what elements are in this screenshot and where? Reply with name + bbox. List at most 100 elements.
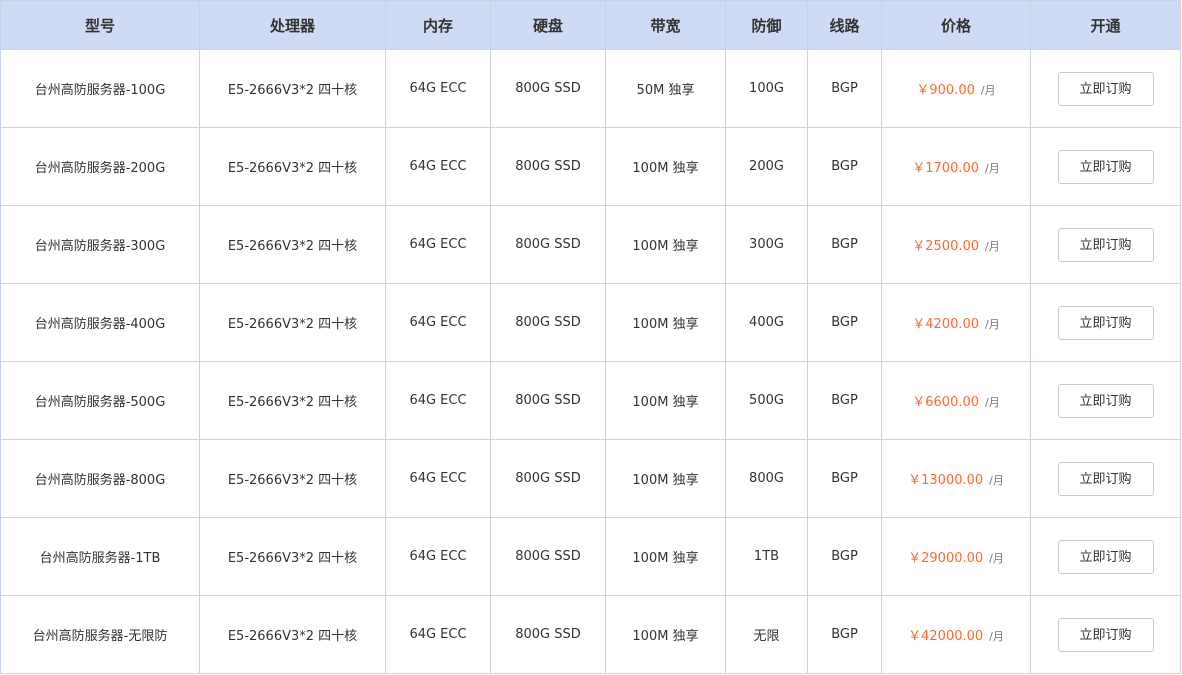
cell-memory: 64G ECC bbox=[385, 49, 491, 128]
cell-bandwidth: 100M 独享 bbox=[605, 517, 726, 596]
cell-line: BGP bbox=[807, 205, 882, 284]
cell-price: ￥900.00/月 bbox=[881, 49, 1031, 128]
header-memory: 内存 bbox=[385, 0, 491, 50]
cell-bandwidth: 100M 独享 bbox=[605, 361, 726, 440]
price-unit: /月 bbox=[989, 474, 1004, 487]
table-row: 台州高防服务器-500G E5-2666V3*2 四十核 64G ECC 800… bbox=[0, 361, 1181, 440]
cell-line: BGP bbox=[807, 361, 882, 440]
order-now-button[interactable]: 立即订购 bbox=[1057, 149, 1154, 184]
cell-cpu: E5-2666V3*2 四十核 bbox=[199, 517, 386, 596]
cell-line: BGP bbox=[807, 127, 882, 206]
price-unit: /月 bbox=[985, 396, 1000, 409]
order-now-button[interactable]: 立即订购 bbox=[1057, 383, 1154, 418]
cell-disk: 800G SSD bbox=[490, 517, 606, 596]
cell-model: 台州高防服务器-无限防 bbox=[0, 595, 200, 674]
header-line: 线路 bbox=[807, 0, 882, 50]
header-action: 开通 bbox=[1030, 0, 1181, 50]
header-price: 价格 bbox=[881, 0, 1031, 50]
cell-disk: 800G SSD bbox=[490, 127, 606, 206]
cell-memory: 64G ECC bbox=[385, 127, 491, 206]
price-unit: /月 bbox=[985, 162, 1000, 175]
table-row: 台州高防服务器-100G E5-2666V3*2 四十核 64G ECC 800… bbox=[0, 49, 1181, 128]
order-now-button[interactable]: 立即订购 bbox=[1057, 227, 1154, 262]
cell-bandwidth: 100M 独享 bbox=[605, 205, 726, 284]
order-now-button[interactable]: 立即订购 bbox=[1057, 617, 1154, 652]
price-value: ￥42000.00 bbox=[908, 629, 984, 644]
cell-disk: 800G SSD bbox=[490, 205, 606, 284]
table-row: 台州高防服务器-1TB E5-2666V3*2 四十核 64G ECC 800G… bbox=[0, 517, 1181, 596]
header-cpu: 处理器 bbox=[199, 0, 386, 50]
price-value: ￥6600.00 bbox=[912, 395, 980, 410]
cell-memory: 64G ECC bbox=[385, 361, 491, 440]
table-row: 台州高防服务器-200G E5-2666V3*2 四十核 64G ECC 800… bbox=[0, 127, 1181, 206]
table-row: 台州高防服务器-400G E5-2666V3*2 四十核 64G ECC 800… bbox=[0, 283, 1181, 362]
cell-disk: 800G SSD bbox=[490, 283, 606, 362]
header-defense: 防御 bbox=[725, 0, 808, 50]
cell-line: BGP bbox=[807, 49, 882, 128]
cell-model: 台州高防服务器-500G bbox=[0, 361, 200, 440]
price-value: ￥4200.00 bbox=[912, 317, 980, 332]
cell-defense: 无限 bbox=[725, 595, 808, 674]
cell-memory: 64G ECC bbox=[385, 595, 491, 674]
cell-cpu: E5-2666V3*2 四十核 bbox=[199, 283, 386, 362]
cell-disk: 800G SSD bbox=[490, 49, 606, 128]
cell-action: 立即订购 bbox=[1030, 49, 1181, 128]
table-body: 台州高防服务器-100G E5-2666V3*2 四十核 64G ECC 800… bbox=[0, 49, 1181, 674]
order-now-button[interactable]: 立即订购 bbox=[1057, 305, 1154, 340]
cell-model: 台州高防服务器-200G bbox=[0, 127, 200, 206]
cell-disk: 800G SSD bbox=[490, 595, 606, 674]
order-now-button[interactable]: 立即订购 bbox=[1057, 461, 1154, 496]
table-row: 台州高防服务器-300G E5-2666V3*2 四十核 64G ECC 800… bbox=[0, 205, 1181, 284]
cell-action: 立即订购 bbox=[1030, 361, 1181, 440]
cell-bandwidth: 50M 独享 bbox=[605, 49, 726, 128]
cell-defense: 400G bbox=[725, 283, 808, 362]
cell-bandwidth: 100M 独享 bbox=[605, 127, 726, 206]
cell-defense: 200G bbox=[725, 127, 808, 206]
cell-defense: 800G bbox=[725, 439, 808, 518]
cell-memory: 64G ECC bbox=[385, 205, 491, 284]
header-row: 型号 处理器 内存 硬盘 带宽 防御 线路 价格 开通 bbox=[0, 0, 1181, 50]
cell-price: ￥29000.00/月 bbox=[881, 517, 1031, 596]
cell-memory: 64G ECC bbox=[385, 517, 491, 596]
cell-bandwidth: 100M 独享 bbox=[605, 595, 726, 674]
cell-price: ￥2500.00/月 bbox=[881, 205, 1031, 284]
cell-action: 立即订购 bbox=[1030, 127, 1181, 206]
cell-memory: 64G ECC bbox=[385, 283, 491, 362]
cell-defense: 1TB bbox=[725, 517, 808, 596]
cell-price: ￥6600.00/月 bbox=[881, 361, 1031, 440]
cell-bandwidth: 100M 独享 bbox=[605, 283, 726, 362]
price-unit: /月 bbox=[985, 318, 1000, 331]
cell-cpu: E5-2666V3*2 四十核 bbox=[199, 361, 386, 440]
cell-disk: 800G SSD bbox=[490, 439, 606, 518]
cell-model: 台州高防服务器-1TB bbox=[0, 517, 200, 596]
header-disk: 硬盘 bbox=[490, 0, 606, 50]
cell-cpu: E5-2666V3*2 四十核 bbox=[199, 595, 386, 674]
order-now-button[interactable]: 立即订购 bbox=[1057, 71, 1154, 106]
table-row: 台州高防服务器-无限防 E5-2666V3*2 四十核 64G ECC 800G… bbox=[0, 595, 1181, 674]
cell-cpu: E5-2666V3*2 四十核 bbox=[199, 49, 386, 128]
price-value: ￥1700.00 bbox=[912, 161, 980, 176]
price-value: ￥13000.00 bbox=[908, 473, 984, 488]
price-unit: /月 bbox=[980, 84, 996, 97]
server-pricing-table: 型号 处理器 内存 硬盘 带宽 防御 线路 价格 开通 台州高防服务器-100G… bbox=[0, 0, 1181, 674]
cell-cpu: E5-2666V3*2 四十核 bbox=[199, 205, 386, 284]
cell-disk: 800G SSD bbox=[490, 361, 606, 440]
cell-model: 台州高防服务器-400G bbox=[0, 283, 200, 362]
cell-defense: 300G bbox=[725, 205, 808, 284]
header-bandwidth: 带宽 bbox=[605, 0, 726, 50]
cell-cpu: E5-2666V3*2 四十核 bbox=[199, 127, 386, 206]
cell-line: BGP bbox=[807, 595, 882, 674]
price-value: ￥29000.00 bbox=[908, 551, 984, 566]
cell-action: 立即订购 bbox=[1030, 283, 1181, 362]
cell-defense: 100G bbox=[725, 49, 808, 128]
cell-cpu: E5-2666V3*2 四十核 bbox=[199, 439, 386, 518]
cell-memory: 64G ECC bbox=[385, 439, 491, 518]
cell-action: 立即订购 bbox=[1030, 205, 1181, 284]
cell-price: ￥4200.00/月 bbox=[881, 283, 1031, 362]
cell-bandwidth: 100M 独享 bbox=[605, 439, 726, 518]
cell-line: BGP bbox=[807, 283, 882, 362]
cell-model: 台州高防服务器-800G bbox=[0, 439, 200, 518]
cell-action: 立即订购 bbox=[1030, 517, 1181, 596]
order-now-button[interactable]: 立即订购 bbox=[1057, 539, 1154, 574]
header-model: 型号 bbox=[0, 0, 200, 50]
